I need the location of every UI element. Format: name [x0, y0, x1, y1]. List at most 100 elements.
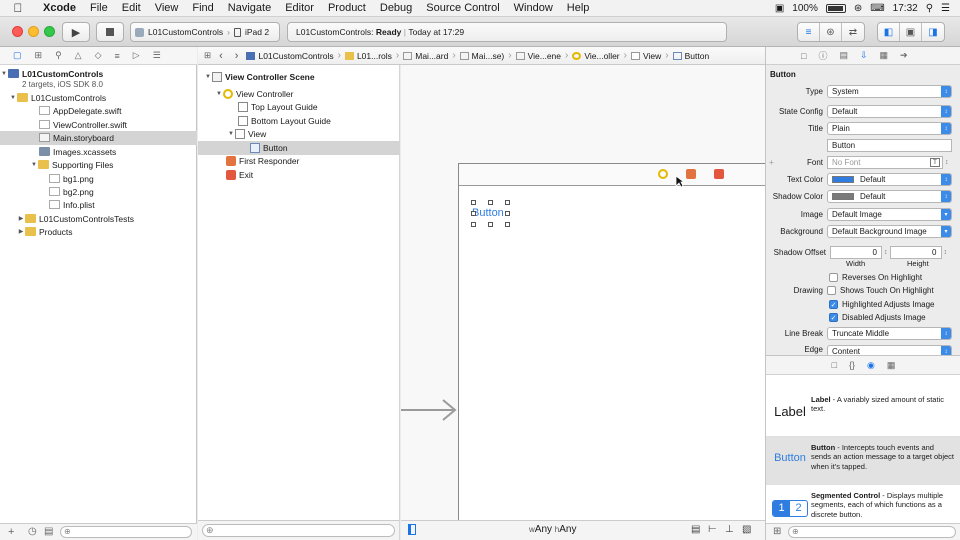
outline-button[interactable]: Button	[198, 141, 400, 155]
font-picker-icon[interactable]: T	[930, 158, 940, 167]
menu-find[interactable]: Find	[185, 2, 220, 14]
disclosure-open-icon[interactable]: ▼	[30, 162, 38, 168]
menu-file[interactable]: File	[83, 2, 115, 14]
resize-handle[interactable]	[505, 222, 510, 227]
title-text-field[interactable]: Button	[827, 139, 952, 152]
stepper-icon[interactable]: ↕	[884, 249, 888, 256]
size-inspector-icon[interactable]: ▦	[880, 50, 889, 61]
checkbox-icon[interactable]	[829, 273, 838, 282]
image-combo[interactable]: Default Image ▾	[827, 208, 952, 221]
menu-debug[interactable]: Debug	[373, 2, 419, 14]
resizing-behavior-icon[interactable]: ▧	[742, 524, 751, 535]
related-items-icon[interactable]: ⊞	[198, 50, 213, 61]
disclosure-open-icon[interactable]: ▼	[204, 74, 212, 80]
menu-window[interactable]: Window	[507, 2, 560, 14]
disclosure-open-icon[interactable]: ▼	[215, 91, 223, 97]
disclosure-open-icon[interactable]: ▼	[9, 95, 17, 101]
connections-inspector-icon[interactable]: ➔	[900, 50, 908, 61]
checkbox-shows-touch[interactable]: Drawing Shows Touch On Highlight	[766, 283, 960, 298]
type-popup[interactable]: System ↕	[827, 85, 952, 98]
menu-source-control[interactable]: Source Control	[419, 2, 506, 14]
nav-item-supporting-files[interactable]: ▼ Supporting Files	[0, 158, 197, 172]
crumb-view[interactable]: View	[629, 51, 663, 61]
resize-handle[interactable]	[471, 211, 476, 216]
crumb-view-controller[interactable]: Vie...oller	[570, 51, 621, 61]
nav-item-appdelegate[interactable]: AppDelegate.swift	[0, 104, 197, 118]
resize-handle[interactable]	[471, 200, 476, 205]
menu-product[interactable]: Product	[321, 2, 373, 14]
breakpoint-tab-icon[interactable]: ▷	[133, 50, 140, 61]
issue-tab-icon[interactable]: △	[75, 50, 82, 61]
checkmark-icon[interactable]: ✓	[829, 300, 838, 309]
spotlight-icon[interactable]: ⚲	[926, 3, 933, 14]
nav-item-viewcontroller[interactable]: ViewController.swift	[0, 118, 197, 132]
checkbox-icon[interactable]	[827, 286, 836, 295]
zoom-window-icon[interactable]	[44, 26, 55, 37]
checkbox-disabled-adjusts[interactable]: ✓ Disabled Adjusts Image	[766, 310, 960, 325]
library-item-segmented-control[interactable]: 1 2 Segmented Control - Displays multipl…	[766, 485, 960, 523]
menu-xcode[interactable]: Xcode	[36, 2, 83, 14]
library-filter-field[interactable]: ⊕	[788, 526, 956, 538]
outline-filter-field[interactable]: ⊕	[202, 524, 395, 537]
clock[interactable]: 17:32	[893, 3, 918, 14]
standard-editor-icon[interactable]: ≡	[798, 23, 820, 41]
menu-help[interactable]: Help	[560, 2, 597, 14]
size-class-control[interactable]: wAny hAny	[529, 524, 576, 535]
initial-view-controller-arrow-icon[interactable]	[401, 395, 461, 425]
file-inspector-icon[interactable]: □	[801, 51, 806, 61]
first-responder-icon[interactable]	[686, 169, 696, 179]
resolve-issues-icon[interactable]: ⊥	[725, 524, 734, 535]
library-item-label[interactable]: Label Label - A variably sized amount of…	[766, 389, 960, 437]
crumb-project[interactable]: L01CustomControls	[244, 51, 335, 61]
notification-center-icon[interactable]: ☰	[941, 3, 950, 14]
align-icon[interactable]: ▤	[691, 524, 700, 535]
nav-item-main-storyboard[interactable]: Main.storyboard	[0, 131, 197, 145]
source-control-filter-icon[interactable]: ▤	[44, 526, 53, 537]
file-template-library-icon[interactable]: □	[832, 360, 837, 370]
crumb-storyboard-base[interactable]: Mai...se)	[458, 51, 507, 61]
disclosure-closed-icon[interactable]: ▶	[17, 215, 25, 222]
view-controller-icon[interactable]	[658, 169, 668, 179]
view-controller-frame[interactable]	[458, 163, 765, 524]
disclosure-open-icon[interactable]: ▼	[227, 131, 235, 137]
nav-item-bg1[interactable]: bg1.png	[0, 172, 197, 186]
wifi-icon[interactable]: ⊛	[854, 3, 862, 14]
stop-button[interactable]	[96, 22, 124, 42]
shadow-color-popup[interactable]: Default ↕	[827, 190, 952, 203]
editor-mode-segment[interactable]: ≡ ⊛ ⇄	[797, 22, 865, 42]
view-toggle-segment[interactable]: ◧ ▣ ◨	[877, 22, 945, 42]
recent-files-icon[interactable]: ◷	[28, 526, 37, 537]
forward-arrow-icon[interactable]: ›	[229, 50, 245, 62]
menu-navigate[interactable]: Navigate	[221, 2, 278, 14]
edge-popup[interactable]: Content ↕	[827, 345, 952, 355]
outline-top-layout-guide[interactable]: Top Layout Guide	[198, 100, 400, 114]
toggle-debug-area-icon[interactable]: ▣	[900, 23, 922, 41]
code-snippet-library-icon[interactable]: {}	[849, 360, 855, 370]
font-field[interactable]: No Font T	[827, 156, 943, 169]
minimize-window-icon[interactable]	[28, 26, 39, 37]
crumb-storyboard[interactable]: Mai...ard	[401, 51, 450, 61]
close-window-icon[interactable]	[12, 26, 23, 37]
nav-item-products[interactable]: ▶ Products	[0, 225, 197, 239]
back-arrow-icon[interactable]: ‹	[213, 50, 229, 62]
shadow-offset-width-field[interactable]: 0	[830, 246, 882, 259]
icon-view-toggle-icon[interactable]: ⊞	[773, 526, 781, 537]
symbol-tab-icon[interactable]: ⊞	[35, 50, 43, 61]
quick-help-icon[interactable]: ⓘ	[818, 49, 827, 62]
library-item-button[interactable]: Button Button - Intercepts touch events …	[766, 437, 960, 485]
scheme-selector[interactable]: L01CustomControls › iPad 2	[130, 22, 280, 42]
report-tab-icon[interactable]: ☰	[153, 50, 161, 61]
stepper-icon[interactable]: ↕	[944, 249, 948, 256]
outline-exit[interactable]: Exit	[198, 168, 400, 182]
assistant-editor-icon[interactable]: ⊛	[820, 23, 842, 41]
media-library-icon[interactable]: ▦	[887, 360, 896, 371]
crumb-scene[interactable]: Vie...ene	[514, 51, 563, 61]
menu-editor[interactable]: Editor	[278, 2, 321, 14]
attributes-inspector-icon[interactable]: ⇩	[860, 50, 868, 61]
canvas-button[interactable]: Button	[472, 207, 504, 219]
shadow-offset-height-field[interactable]: 0	[889, 246, 942, 259]
navigator-filter-field[interactable]: ⊕	[60, 526, 192, 538]
pin-icon[interactable]: ⊢	[708, 524, 717, 535]
nav-item-images[interactable]: Images.xcassets	[0, 145, 197, 159]
text-color-popup[interactable]: Default ↕	[827, 173, 952, 186]
